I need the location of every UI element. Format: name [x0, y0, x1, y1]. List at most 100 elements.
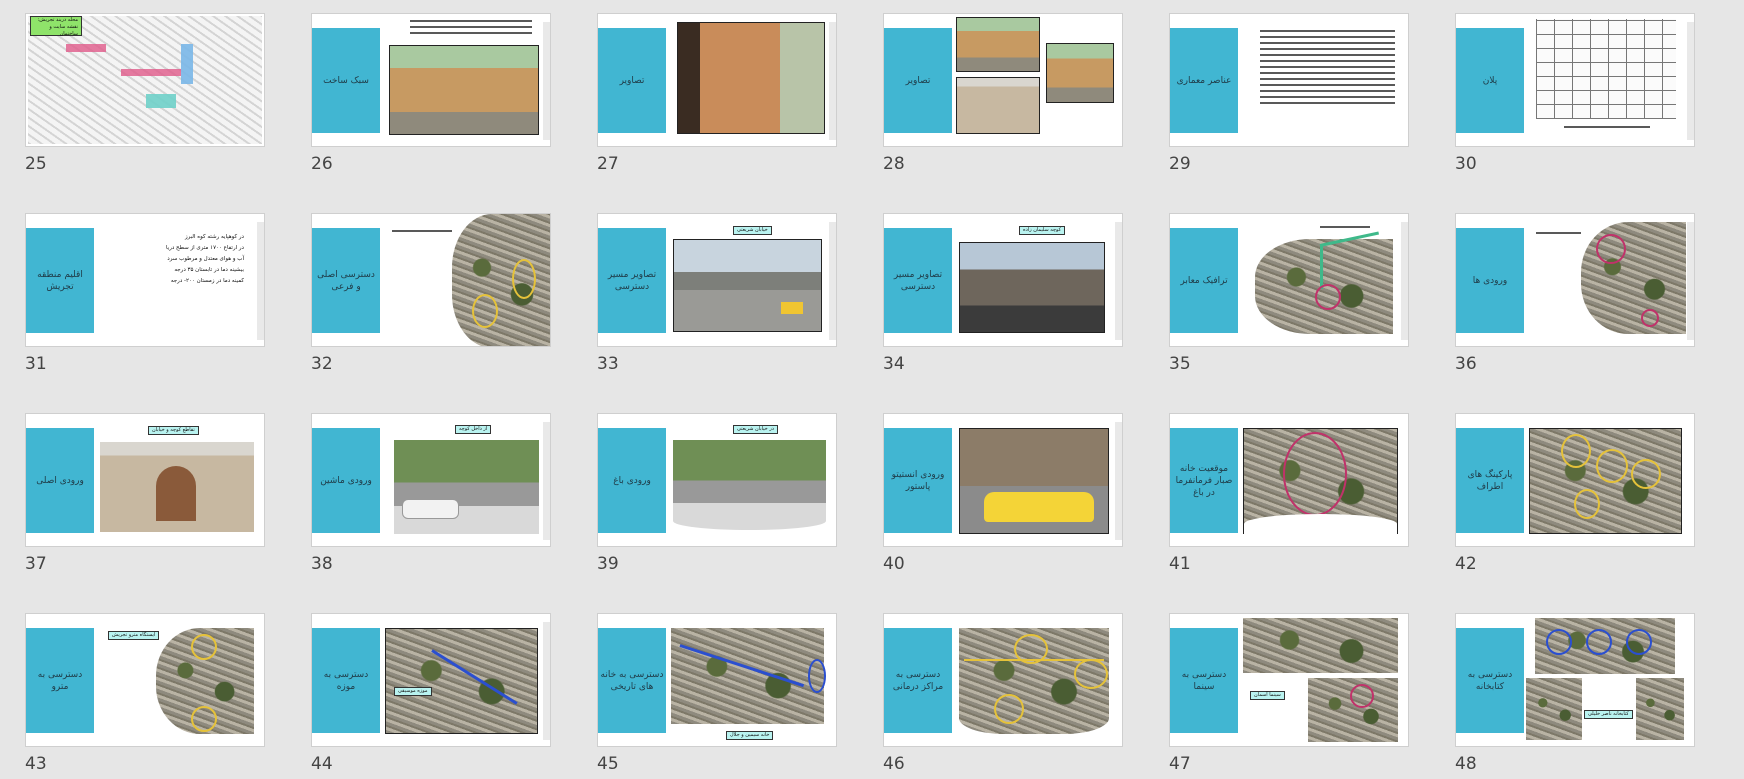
- text-block: [392, 230, 452, 236]
- floor-plan-drawing: [1536, 19, 1676, 119]
- slide-number: 25: [25, 154, 47, 174]
- terrace-photo: [1046, 43, 1114, 103]
- scrollbar: [543, 22, 550, 140]
- slide-number: 47: [1169, 754, 1191, 774]
- slide-canvas[interactable]: تصاویر: [597, 13, 837, 147]
- slide-sorter-grid: محله دربند تجریش: نقشه سایت و ساختمان 25…: [0, 0, 1744, 779]
- slide-label: ایستگاه مترو تجریش: [108, 631, 160, 640]
- slide-canvas[interactable]: عناصر معماری: [1169, 13, 1409, 147]
- slide-canvas[interactable]: اقلیم منطقه تجریش در کوهپایه رشته کوه ال…: [25, 213, 265, 347]
- slide-number: 32: [311, 354, 333, 374]
- slide-canvas[interactable]: پلان: [1455, 13, 1695, 147]
- slide-canvas[interactable]: تصاویر مسیر دسترسی کوچه سلیمان زاده: [883, 213, 1123, 347]
- slide-number: 40: [883, 554, 905, 574]
- bullet-item: در ارتفاع ۱۷۰۰ متری از سطح دریا: [166, 245, 244, 251]
- slide-label: از داخل کوچه: [455, 425, 492, 434]
- slide-title-band: سبک ساخت: [312, 28, 380, 133]
- villa-photo: [956, 77, 1040, 134]
- slide-number: 42: [1455, 554, 1477, 574]
- bullet-item: کمینه دما در زمستان ۲۰۰- درجه: [170, 278, 244, 284]
- slide-canvas[interactable]: دسترسی به سینما سینما آسمان: [1169, 613, 1409, 747]
- slide-title-band: عناصر معماری: [1170, 28, 1238, 133]
- slide-number: 36: [1455, 354, 1477, 374]
- slide-number: 35: [1169, 354, 1191, 374]
- slide-number: 34: [883, 354, 905, 374]
- slide-label: خانه سیمین و جلال: [726, 731, 774, 740]
- slide-number: 33: [597, 354, 619, 374]
- slide-number: 31: [25, 354, 47, 374]
- text-block: [1320, 226, 1370, 232]
- scrollbar: [1687, 222, 1694, 340]
- slide-canvas[interactable]: پارکینگ های اطراف: [1455, 413, 1695, 547]
- slide-number: 44: [311, 754, 333, 774]
- slide-title-band: دسترسی اصلی و فرعی: [312, 228, 380, 333]
- slide-title-band: دسترسی به مترو: [26, 628, 94, 733]
- slide-label: موزه موسیقی: [394, 687, 432, 696]
- slide-label: تقاطع کوچه و خیابان: [148, 426, 199, 435]
- slide-label: سینما آسمان: [1250, 691, 1285, 700]
- slide-canvas[interactable]: ورودی ها: [1455, 213, 1695, 347]
- slide-title-band: دسترسی به خانه های تاریخی: [598, 628, 666, 733]
- slide-title-band: پلان: [1456, 28, 1524, 133]
- slide-title-band: دسترسی به مراکز درمانی: [884, 628, 952, 733]
- slide-canvas[interactable]: ورودی ماشین از داخل کوچه: [311, 413, 551, 547]
- slide-number: 43: [25, 754, 47, 774]
- slide-canvas[interactable]: دسترسی به مترو ایستگاه مترو تجریش: [25, 613, 265, 747]
- scrollbar: [257, 222, 264, 340]
- slide-label: محله دربند تجریش: نقشه سایت و ساختمان: [30, 16, 82, 37]
- street-photo: [673, 239, 822, 332]
- slide-title-band: ترافیک معابر: [1170, 228, 1238, 333]
- car-entrance-photo: [394, 440, 539, 534]
- scrollbar: [1115, 222, 1122, 340]
- slide-number: 29: [1169, 154, 1191, 174]
- slide-number: 45: [597, 754, 619, 774]
- slide-number: 38: [311, 554, 333, 574]
- slide-canvas[interactable]: دسترسی به کتابخانه کتابخانه ناصر خلیلی: [1455, 613, 1695, 747]
- building-photo: [389, 45, 539, 135]
- slide-canvas[interactable]: محله دربند تجریش: نقشه سایت و ساختمان: [25, 13, 265, 147]
- text-block: [1536, 232, 1581, 238]
- slide-number: 37: [25, 554, 47, 574]
- slide-canvas[interactable]: تصاویر مسیر دسترسی خیابان شریعتی: [597, 213, 837, 347]
- slide-canvas[interactable]: دسترسی به موزه موزه موسیقی: [311, 613, 551, 747]
- slide-canvas[interactable]: سبک ساخت: [311, 13, 551, 147]
- entrances-map: [1581, 222, 1686, 334]
- bullet-item: بیشینه دما در تابستان ۳۵ درجه: [174, 267, 244, 273]
- bullet-item: در کوهپایه رشته کوه البرز: [184, 234, 244, 240]
- slide-title-band: تصاویر مسیر دسترسی: [598, 228, 666, 333]
- slide-canvas[interactable]: ورودی انستیتو پاستور: [883, 413, 1123, 547]
- slide-canvas[interactable]: دسترسی به خانه های تاریخی خانه سیمین و ج…: [597, 613, 837, 747]
- slide-number: 26: [311, 154, 333, 174]
- slide-number: 41: [1169, 554, 1191, 574]
- courtyard-photo: [677, 22, 825, 134]
- slide-canvas[interactable]: تصاویر: [883, 13, 1123, 147]
- slide-canvas[interactable]: ورودی اصلی تقاطع کوچه و خیابان: [25, 413, 265, 547]
- slide-title-band: دسترسی به سینما: [1170, 628, 1238, 733]
- scrollbar: [829, 22, 836, 140]
- climate-bullets: در کوهپایه رشته کوه البرز در ارتفاع ۱۷۰۰…: [126, 232, 244, 287]
- cinema-map-top: [1243, 618, 1398, 673]
- scrollbar: [1401, 222, 1408, 340]
- slide-canvas[interactable]: ترافیک معابر: [1169, 213, 1409, 347]
- scrollbar: [543, 422, 550, 540]
- slide-canvas[interactable]: ورودی باغ در خیابان شریعتی: [597, 413, 837, 547]
- slide-label: خیابان شریعتی: [733, 226, 772, 235]
- caption: [1564, 126, 1650, 132]
- slide-label: کوچه سلیمان زاده: [1019, 226, 1066, 235]
- garden-entrance-photo: [673, 440, 826, 530]
- slide-title-band: ورودی انستیتو پاستور: [884, 428, 952, 533]
- slide-title-band: ورودی باغ: [598, 428, 666, 533]
- slide-title-band: ورودی اصلی: [26, 428, 94, 533]
- slide-label: کتابخانه ناصر خلیلی: [1584, 710, 1633, 719]
- slide-canvas[interactable]: موقعیت خانه صبار فرمانفرما در باغ: [1169, 413, 1409, 547]
- scrollbar: [829, 222, 836, 340]
- museum-map: [385, 628, 538, 734]
- library-map-right: [1636, 678, 1684, 740]
- text-block: [1260, 30, 1395, 108]
- slide-number: 39: [597, 554, 619, 574]
- scrollbar: [1687, 22, 1694, 140]
- slide-title-band: ورودی ها: [1456, 228, 1524, 333]
- slide-canvas[interactable]: دسترسی به مراکز درمانی: [883, 613, 1123, 747]
- slide-title-band: تصاویر: [598, 28, 666, 133]
- slide-canvas[interactable]: دسترسی اصلی و فرعی: [311, 213, 551, 347]
